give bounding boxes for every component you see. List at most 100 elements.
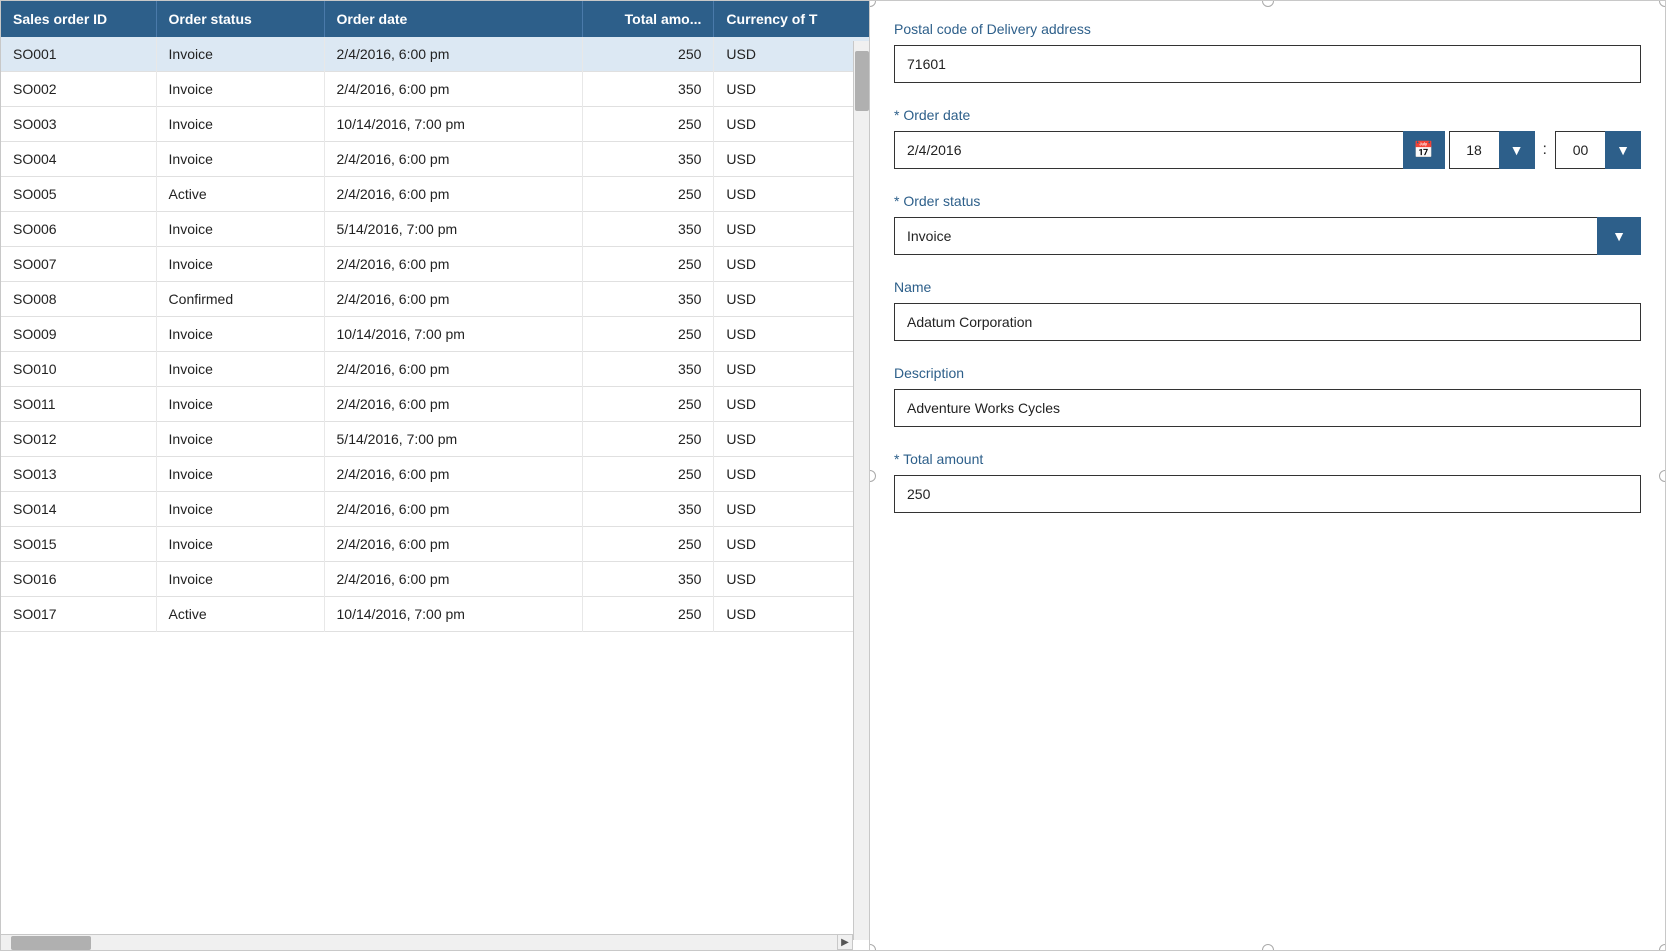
- resize-handle-top-left[interactable]: [870, 0, 876, 7]
- table-row[interactable]: SO016Invoice2/4/2016, 6:00 pm350USD: [1, 562, 869, 597]
- date-input[interactable]: [894, 131, 1403, 169]
- cell-total-amount: 250: [582, 247, 713, 282]
- col-header-total-amount[interactable]: Total amo...: [582, 1, 713, 37]
- table-row[interactable]: SO017Active10/14/2016, 7:00 pm250USD: [1, 597, 869, 632]
- table-row[interactable]: SO001Invoice2/4/2016, 6:00 pm250USD: [1, 37, 869, 72]
- cell-order-date: 10/14/2016, 7:00 pm: [324, 317, 582, 352]
- vertical-scrollbar-thumb[interactable]: [855, 51, 869, 111]
- cell-sales-order-id: SO005: [1, 177, 156, 212]
- resize-handle-bot-left[interactable]: [870, 944, 876, 951]
- resize-handle-top-mid[interactable]: [1262, 0, 1274, 7]
- cell-order-date: 2/4/2016, 6:00 pm: [324, 457, 582, 492]
- time-colon-separator: :: [1539, 141, 1551, 159]
- table-row[interactable]: SO007Invoice2/4/2016, 6:00 pm250USD: [1, 247, 869, 282]
- date-input-wrapper: 📅: [894, 131, 1445, 169]
- postal-code-field: Postal code of Delivery address: [894, 21, 1641, 83]
- hour-dropdown-button[interactable]: ▼: [1499, 131, 1535, 169]
- cell-order-date: 5/14/2016, 7:00 pm: [324, 422, 582, 457]
- col-header-order-date[interactable]: Order date: [324, 1, 582, 37]
- cell-order-status: Invoice: [156, 352, 324, 387]
- calendar-icon: 📅: [1414, 140, 1434, 160]
- horizontal-scrollbar-thumb[interactable]: [11, 936, 91, 950]
- cell-order-date: 2/4/2016, 6:00 pm: [324, 177, 582, 212]
- cell-order-status: Active: [156, 177, 324, 212]
- cell-currency: USD: [714, 317, 869, 352]
- col-header-sales-order-id[interactable]: Sales order ID: [1, 1, 156, 37]
- cell-order-status: Confirmed: [156, 282, 324, 317]
- date-time-row: 📅 ▼ : ▼: [894, 131, 1641, 169]
- cell-order-status: Invoice: [156, 492, 324, 527]
- cell-order-date: 2/4/2016, 6:00 pm: [324, 352, 582, 387]
- cell-currency: USD: [714, 527, 869, 562]
- minute-dropdown-button[interactable]: ▼: [1605, 131, 1641, 169]
- resize-handle-bot-mid[interactable]: [1262, 944, 1274, 951]
- postal-code-input[interactable]: [894, 45, 1641, 83]
- horizontal-scrollbar[interactable]: [1, 934, 853, 950]
- cell-order-date: 2/4/2016, 6:00 pm: [324, 72, 582, 107]
- cell-sales-order-id: SO004: [1, 142, 156, 177]
- cell-order-date: 2/4/2016, 6:00 pm: [324, 247, 582, 282]
- total-amount-input[interactable]: [894, 475, 1641, 513]
- cell-order-status: Invoice: [156, 142, 324, 177]
- cell-total-amount: 250: [582, 317, 713, 352]
- cell-order-status: Invoice: [156, 107, 324, 142]
- cell-currency: USD: [714, 492, 869, 527]
- col-header-order-status[interactable]: Order status: [156, 1, 324, 37]
- cell-total-amount: 350: [582, 72, 713, 107]
- cell-total-amount: 250: [582, 422, 713, 457]
- total-amount-field: Total amount: [894, 451, 1641, 513]
- cell-order-date: 2/4/2016, 6:00 pm: [324, 387, 582, 422]
- cell-sales-order-id: SO009: [1, 317, 156, 352]
- table-row[interactable]: SO006Invoice5/14/2016, 7:00 pm350USD: [1, 212, 869, 247]
- table-row[interactable]: SO005Active2/4/2016, 6:00 pm250USD: [1, 177, 869, 212]
- table-row[interactable]: SO004Invoice2/4/2016, 6:00 pm350USD: [1, 142, 869, 177]
- col-header-currency[interactable]: Currency of T: [714, 1, 869, 37]
- table-row[interactable]: SO008Confirmed2/4/2016, 6:00 pm350USD: [1, 282, 869, 317]
- table-row[interactable]: SO002Invoice2/4/2016, 6:00 pm350USD: [1, 72, 869, 107]
- cell-order-status: Invoice: [156, 387, 324, 422]
- cell-total-amount: 250: [582, 597, 713, 632]
- table-row[interactable]: SO014Invoice2/4/2016, 6:00 pm350USD: [1, 492, 869, 527]
- cell-sales-order-id: SO006: [1, 212, 156, 247]
- cell-order-date: 2/4/2016, 6:00 pm: [324, 527, 582, 562]
- table-row[interactable]: SO013Invoice2/4/2016, 6:00 pm250USD: [1, 457, 869, 492]
- cell-order-status: Invoice: [156, 212, 324, 247]
- table-row[interactable]: SO003Invoice10/14/2016, 7:00 pm250USD: [1, 107, 869, 142]
- resize-handle-mid-right[interactable]: [1659, 470, 1666, 482]
- cell-sales-order-id: SO001: [1, 37, 156, 72]
- cell-currency: USD: [714, 597, 869, 632]
- table-row[interactable]: SO015Invoice2/4/2016, 6:00 pm250USD: [1, 527, 869, 562]
- cell-currency: USD: [714, 247, 869, 282]
- resize-handle-bot-right[interactable]: [1659, 944, 1666, 951]
- table-row[interactable]: SO010Invoice2/4/2016, 6:00 pm350USD: [1, 352, 869, 387]
- table-row[interactable]: SO012Invoice5/14/2016, 7:00 pm250USD: [1, 422, 869, 457]
- name-label: Name: [894, 279, 1641, 295]
- cell-order-status: Invoice: [156, 317, 324, 352]
- order-status-label: Order status: [894, 193, 1641, 209]
- description-label: Description: [894, 365, 1641, 381]
- resize-handle-mid-left[interactable]: [870, 470, 876, 482]
- order-status-dropdown-button[interactable]: ▼: [1597, 217, 1641, 255]
- calendar-button[interactable]: 📅: [1403, 131, 1445, 169]
- minute-input[interactable]: [1555, 131, 1605, 169]
- table-row[interactable]: SO011Invoice2/4/2016, 6:00 pm250USD: [1, 387, 869, 422]
- hour-input[interactable]: [1449, 131, 1499, 169]
- order-status-select[interactable]: Invoice Active Confirmed: [894, 217, 1597, 255]
- table-row[interactable]: SO009Invoice10/14/2016, 7:00 pm250USD: [1, 317, 869, 352]
- name-input[interactable]: [894, 303, 1641, 341]
- vertical-scrollbar[interactable]: [853, 41, 869, 940]
- cell-order-date: 2/4/2016, 6:00 pm: [324, 282, 582, 317]
- cell-sales-order-id: SO008: [1, 282, 156, 317]
- cell-currency: USD: [714, 72, 869, 107]
- order-status-chevron-icon: ▼: [1612, 228, 1626, 244]
- resize-handle-top-right[interactable]: [1659, 0, 1666, 7]
- order-status-select-wrapper: Invoice Active Confirmed ▼: [894, 217, 1641, 255]
- order-status-field: Order status Invoice Active Confirmed ▼: [894, 193, 1641, 255]
- description-input[interactable]: [894, 389, 1641, 427]
- cell-total-amount: 350: [582, 562, 713, 597]
- cell-currency: USD: [714, 282, 869, 317]
- cell-sales-order-id: SO012: [1, 422, 156, 457]
- cell-order-date: 10/14/2016, 7:00 pm: [324, 107, 582, 142]
- scroll-arrow-right[interactable]: ▶: [837, 934, 853, 950]
- cell-sales-order-id: SO017: [1, 597, 156, 632]
